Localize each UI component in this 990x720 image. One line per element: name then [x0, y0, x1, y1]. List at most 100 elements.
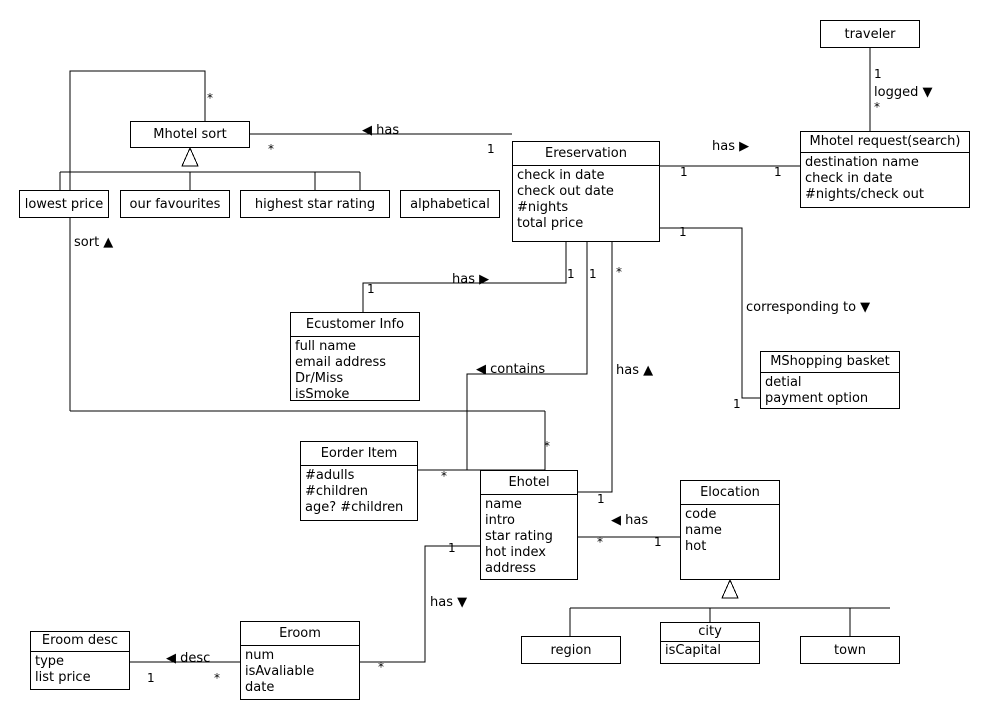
edge-reservation-basket: [660, 227, 760, 399]
assoc-label-has-customer: has ▶: [452, 272, 490, 287]
class-box-mshopping-basket[interactable]: MShopping basket detial payment option: [760, 351, 900, 409]
multiplicity-traveler-one: 1: [874, 67, 882, 81]
multiplicity-reservation-request-left: 1: [680, 165, 688, 179]
attribute: full name: [295, 338, 357, 354]
class-box-mhotel-request[interactable]: Mhotel request(search) destination name …: [800, 131, 970, 208]
assoc-label-has-ehotel: has ▲: [616, 363, 654, 378]
assoc-label-has-request: has ▶: [712, 139, 750, 154]
attribute: destination name: [805, 154, 919, 170]
attribute: hot index: [485, 544, 546, 560]
class-name-elocation: Elocation: [700, 485, 760, 500]
class-box-ereservation[interactable]: Ereservation check in date check out dat…: [512, 141, 660, 242]
class-box-eroom[interactable]: Eroom num isAvaliable date: [240, 621, 360, 700]
class-attributes-ereservation: check in date check out date #nights tot…: [513, 164, 659, 235]
assoc-label-corresponding-to: corresponding to ▼: [746, 300, 871, 315]
class-name-traveler: traveler: [844, 26, 896, 42]
attribute: isCapital: [665, 642, 721, 658]
class-box-our-favourites[interactable]: our favourites: [120, 190, 230, 218]
attribute: email address: [295, 354, 387, 370]
class-attributes-eorder-item: #adulls #children age? #children: [301, 464, 417, 519]
class-attributes-ehotel: name intro star rating hot index address: [481, 493, 577, 580]
uml-class-diagram: traveler Mhotel request(search) destinat…: [0, 0, 990, 720]
multiplicity-ehotel-loc-star: *: [597, 535, 603, 549]
multiplicity-ehotel-one: 1: [597, 492, 605, 506]
attribute: code: [685, 506, 717, 522]
attribute: type: [35, 653, 65, 669]
assoc-label-has-location: ◀ has: [611, 513, 649, 528]
attribute: payment option: [765, 390, 869, 406]
attribute: name: [485, 496, 522, 512]
attribute: hot: [685, 538, 707, 554]
attribute: intro: [485, 512, 515, 528]
multiplicity-reservation-basket-top: 1: [679, 225, 687, 239]
multiplicity-location-one: 1: [654, 535, 662, 549]
attribute: check out date: [517, 183, 614, 199]
class-name-mhotel-request: Mhotel request(search): [809, 134, 961, 149]
multiplicity-ehotel-room-one: 1: [448, 541, 456, 555]
attribute: num: [245, 647, 275, 663]
class-name-ehotel: Ehotel: [508, 475, 550, 490]
class-box-highest-star-rating[interactable]: highest star rating: [240, 190, 390, 218]
multiplicity-reservation-contains-one: 1: [589, 267, 597, 281]
multiplicity-sort-loop-star: *: [207, 91, 213, 105]
class-box-ecustomer-info[interactable]: Ecustomer Info full name email address D…: [290, 312, 420, 402]
class-attributes-mshopping-basket: detial payment option: [761, 371, 899, 410]
attribute: list price: [35, 669, 91, 685]
class-box-eorder-item[interactable]: Eorder Item #adulls #children age? #chil…: [300, 441, 418, 521]
multiplicity-roomdesc-one: 1: [147, 671, 155, 685]
attribute: star rating: [485, 528, 553, 544]
assoc-label-logged: logged ▼: [874, 85, 933, 100]
attribute: #children: [305, 483, 369, 499]
multiplicity-sort-star: *: [268, 142, 274, 156]
class-box-traveler[interactable]: traveler: [820, 20, 920, 48]
class-box-mhotel-sort[interactable]: Mhotel sort: [130, 121, 250, 148]
edge-reservation-ehotel: [578, 219, 613, 493]
assoc-label-has-room: has ▼: [430, 595, 468, 610]
class-name-lowest-price: lowest price: [24, 196, 104, 212]
class-name-town: town: [834, 642, 866, 658]
class-name-ereservation: Ereservation: [545, 146, 627, 161]
attribute: total price: [517, 215, 584, 231]
class-name-city: city: [698, 624, 722, 639]
attribute: Dr/Miss: [295, 370, 344, 386]
assoc-label-desc: ◀ desc: [166, 651, 211, 666]
attribute: address: [485, 560, 537, 576]
attribute: #nights/check out: [805, 186, 924, 202]
class-box-alphabetical[interactable]: alphabetical: [400, 190, 500, 218]
class-box-city[interactable]: city isCapital: [660, 622, 760, 664]
class-attributes-eroom: num isAvaliable date: [241, 644, 359, 699]
attribute: name: [685, 522, 722, 538]
class-name-region: region: [550, 642, 592, 658]
assoc-label-has-sort: ◀ has: [362, 123, 400, 138]
class-box-lowest-price[interactable]: lowest price: [19, 190, 109, 218]
class-attributes-ecustomer-info: full name email address Dr/Miss isSmoke: [291, 335, 419, 406]
attribute: #nights: [517, 199, 569, 215]
class-attributes-city: isCapital: [661, 640, 759, 661]
class-box-town[interactable]: town: [800, 636, 900, 664]
attribute: isAvaliable: [245, 663, 315, 679]
class-name-mshopping-basket: MShopping basket: [770, 354, 890, 369]
class-box-region[interactable]: region: [521, 636, 621, 664]
class-box-ehotel[interactable]: Ehotel name intro star rating hot index …: [480, 470, 578, 580]
class-box-elocation[interactable]: Elocation code name hot: [680, 480, 780, 580]
multiplicity-customer-one: 1: [367, 282, 375, 296]
class-name-alphabetical: alphabetical: [410, 196, 490, 212]
class-name-our-favourites: our favourites: [129, 196, 221, 212]
class-name-highest-star-rating: highest star rating: [254, 196, 376, 212]
class-name-eroom: Eroom: [279, 626, 321, 641]
edge-reservation-contains: [466, 219, 588, 470]
generalization-triangle-sort: [181, 146, 199, 167]
multiplicity-reservation-customer-one: 1: [567, 267, 575, 281]
multiplicity-eroom-star: *: [378, 660, 384, 674]
multiplicity-contains-star: *: [544, 439, 550, 453]
multiplicity-reservation-request-right: 1: [774, 165, 782, 179]
class-name-eroom-desc: Eroom desc: [41, 633, 119, 648]
class-name-eorder-item: Eorder Item: [320, 446, 398, 461]
assoc-label-contains: ◀ contains: [476, 362, 546, 377]
class-name-ecustomer-info: Ecustomer Info: [305, 317, 405, 332]
class-box-eroom-desc[interactable]: Eroom desc type list price: [30, 631, 130, 690]
attribute: #adulls: [305, 467, 355, 483]
attribute: age? #children: [305, 499, 404, 515]
attribute: detial: [765, 374, 802, 390]
multiplicity-request-star: *: [874, 100, 880, 114]
